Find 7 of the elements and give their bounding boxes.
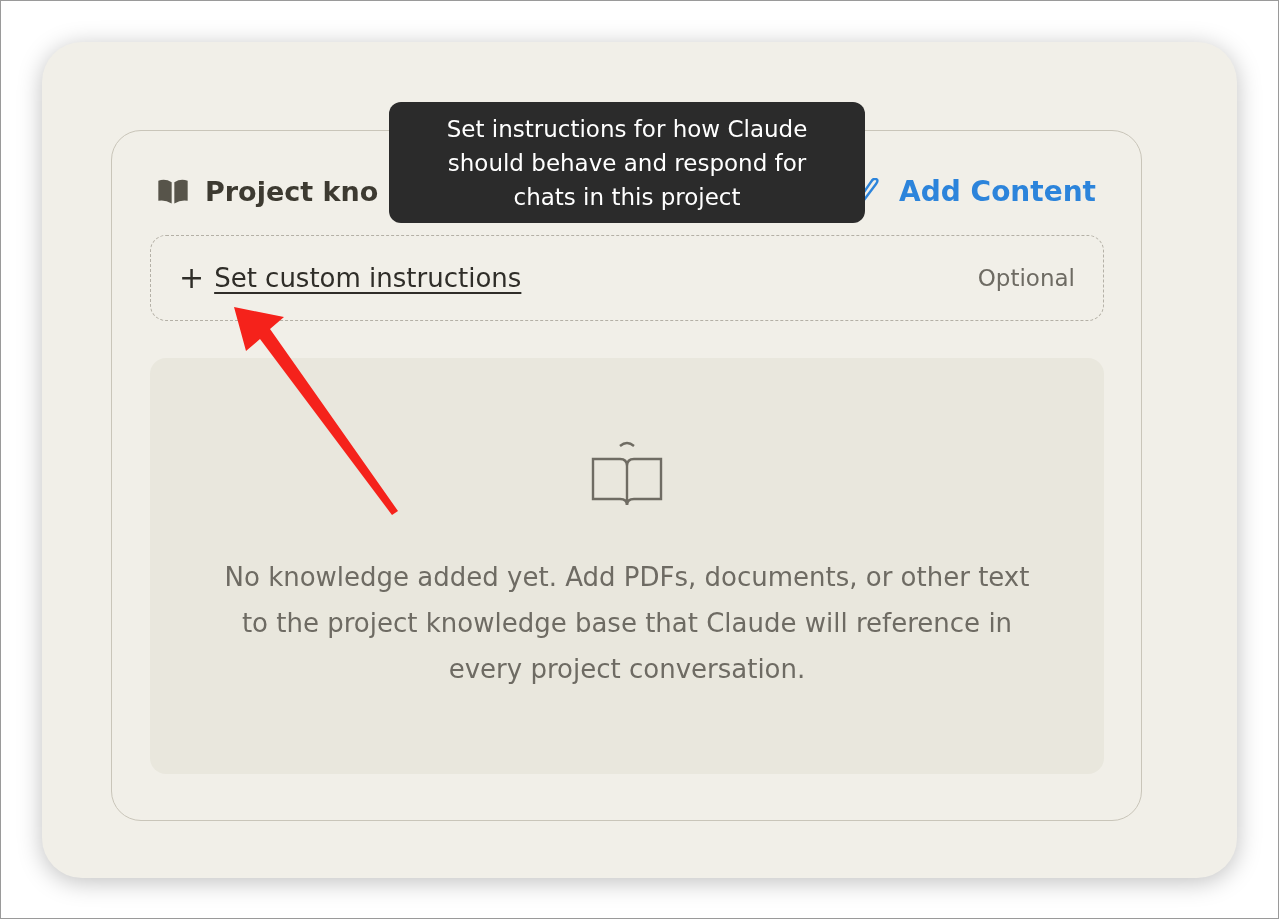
book-icon [157, 177, 189, 205]
set-instructions-link[interactable]: Set custom instructions [214, 263, 968, 293]
empty-state-message: No knowledge added yet. Add PDFs, documents, or other text to the project knowledge base that Claude will reference in every project conversation. [223, 561, 1031, 686]
optional-label: Optional [977, 265, 1075, 291]
plus-icon: + [179, 263, 205, 293]
tooltip: Set instructions for how Claude should behave and respond for chats in this project [389, 102, 865, 223]
panel-title: Project kno [205, 175, 379, 207]
